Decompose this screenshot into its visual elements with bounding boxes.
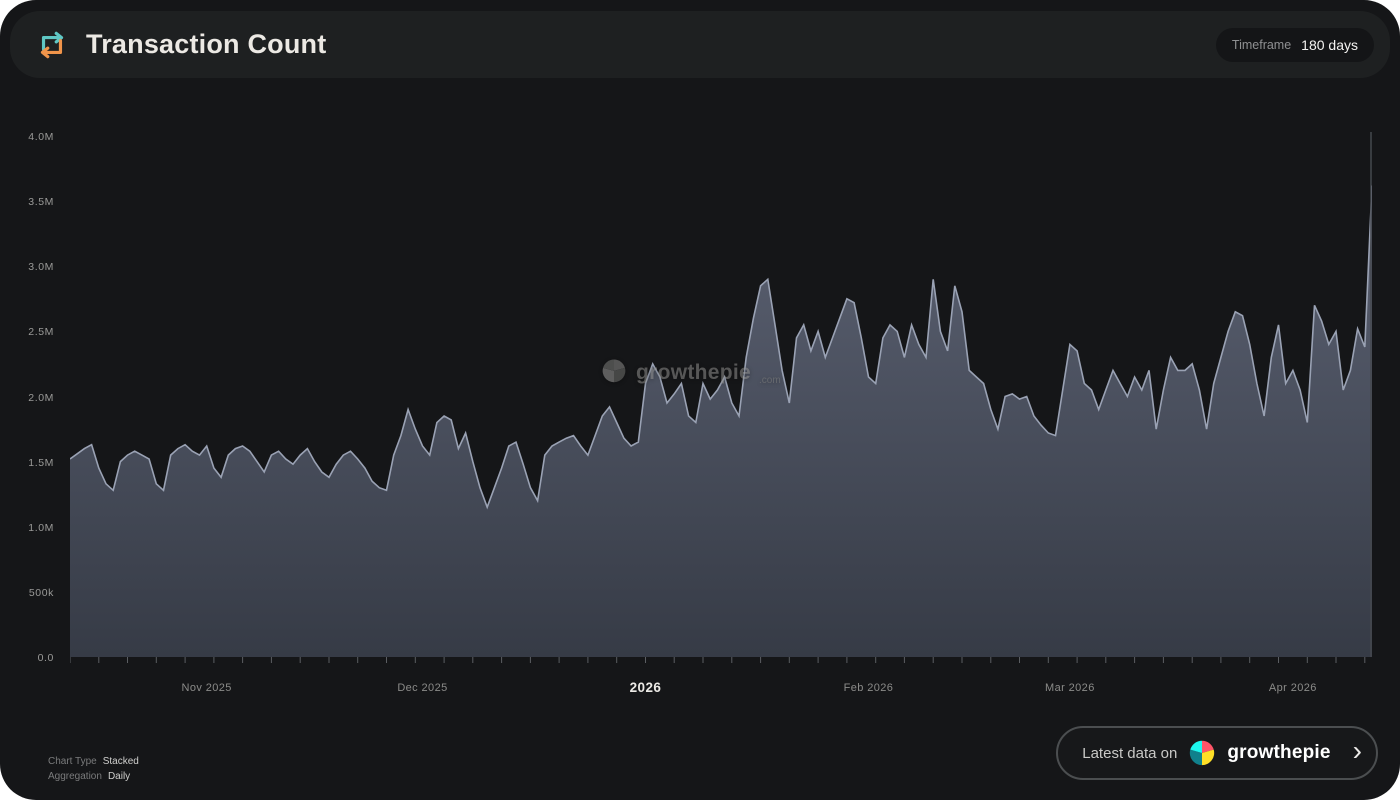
y-axis-label: 3.5M — [0, 196, 54, 208]
y-axis-label: 2.5M — [0, 326, 54, 338]
y-axis-label: 3.0M — [0, 261, 54, 273]
chart-type-row: Chart Type Stacked — [48, 754, 139, 769]
y-axis-label: 0.0 — [0, 652, 54, 664]
y-axis-label: 2.0M — [0, 392, 54, 404]
area-chart: 4.0M 3.5M 3.0M 2.5M 2.0M 1.5M 1.0M 500k 0.0 Nov … — [0, 0, 1400, 800]
aggregation-value: Daily — [108, 769, 130, 784]
x-axis-label: Feb 2026 — [844, 682, 894, 694]
y-axis-label: 1.5M — [0, 457, 54, 469]
x-axis-label: Dec 2025 — [397, 682, 447, 694]
watermark: growthepie .com — [600, 356, 781, 389]
y-axis: 4.0M 3.5M 3.0M 2.5M 2.0M 1.5M 1.0M 500k 0.0 — [0, 120, 60, 670]
watermark-suffix: .com — [759, 375, 781, 389]
chevron-right-icon: › — [1353, 751, 1362, 756]
growthepie-logo-icon — [600, 356, 628, 389]
chart-type-label: Chart Type — [48, 754, 97, 769]
y-axis-label: 1.0M — [0, 522, 54, 534]
cta-brand: growthepie — [1227, 742, 1330, 764]
x-axis-label: Mar 2026 — [1045, 682, 1095, 694]
x-axis-label: 2026 — [630, 680, 662, 695]
chart-canvas[interactable] — [70, 120, 1372, 672]
area-series — [70, 186, 1372, 658]
widget-container: Transaction Count Timeframe 180 days 4.0… — [0, 0, 1400, 800]
x-axis: Nov 2025 Dec 2025 2026 Feb 2026 Mar 2026 Apr … — [0, 682, 1400, 706]
x-axis-ticks — [70, 657, 1365, 663]
watermark-text: growthepie — [636, 361, 751, 385]
x-axis-label: Apr 2026 — [1269, 682, 1317, 694]
aggregation-label: Aggregation — [48, 769, 102, 784]
y-axis-label: 500k — [0, 587, 54, 599]
aggregation-row: Aggregation Daily — [48, 769, 139, 784]
y-axis-label: 4.0M — [0, 131, 54, 143]
x-axis-label: Nov 2025 — [182, 682, 232, 694]
chart-type-value: Stacked — [103, 754, 139, 769]
cta-prefix: Latest data on — [1082, 745, 1177, 762]
chart-meta: Chart Type Stacked Aggregation Daily — [48, 754, 139, 784]
latest-data-button[interactable]: Latest data on growthepie › — [1056, 726, 1378, 780]
growthepie-logo-icon — [1187, 737, 1217, 770]
